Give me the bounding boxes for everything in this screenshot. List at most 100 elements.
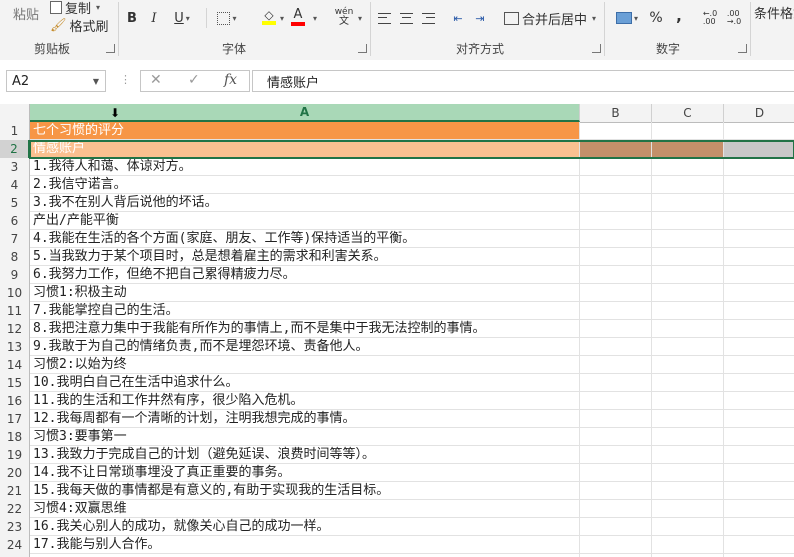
paste-button[interactable]: 粘贴 xyxy=(8,4,44,23)
column-header-d[interactable]: D xyxy=(724,104,794,122)
cell-b[interactable] xyxy=(580,392,652,409)
borders-button[interactable]: ▾ xyxy=(212,8,242,28)
cell-a[interactable]: 习惯4:双赢思维 xyxy=(30,500,580,517)
enter-icon[interactable]: ✓ xyxy=(188,72,200,88)
cell-b[interactable] xyxy=(580,410,652,427)
cell-d[interactable] xyxy=(724,158,794,175)
row-header[interactable]: 6 xyxy=(0,212,30,230)
cancel-icon[interactable]: ✕ xyxy=(150,72,162,88)
row-header[interactable]: 20 xyxy=(0,464,30,482)
underline-button[interactable]: U ▾ xyxy=(168,8,196,28)
cell-c[interactable] xyxy=(652,320,724,337)
cell-a[interactable]: 七个习惯的评分 xyxy=(30,122,580,139)
cell-b[interactable] xyxy=(580,464,652,481)
cell-c[interactable] xyxy=(652,446,724,463)
row-header[interactable]: 11 xyxy=(0,302,30,320)
row-header[interactable]: 23 xyxy=(0,518,30,536)
cell-a[interactable]: 16.我关心别人的成功，就像关心自己的成功一样。 xyxy=(30,518,580,535)
cell-d[interactable] xyxy=(724,356,794,373)
phonetic-button[interactable]: wén 文 xyxy=(330,6,358,28)
cell-d[interactable] xyxy=(724,482,794,499)
row-header[interactable]: 18 xyxy=(0,428,30,446)
merge-center-button[interactable]: 合并后居中 ▾ xyxy=(504,9,596,28)
cell-b[interactable] xyxy=(580,212,652,229)
cell-d[interactable] xyxy=(724,284,794,301)
row-header[interactable]: 4 xyxy=(0,176,30,194)
cell-c[interactable] xyxy=(652,392,724,409)
cell-b[interactable] xyxy=(580,302,652,319)
cell-c[interactable] xyxy=(652,536,724,553)
cell-c[interactable] xyxy=(652,266,724,283)
cell-c[interactable] xyxy=(652,338,724,355)
cell-c[interactable] xyxy=(652,356,724,373)
copy-button[interactable]: 复制 ▾ xyxy=(50,0,100,17)
cell-b[interactable] xyxy=(580,482,652,499)
cell-c[interactable] xyxy=(652,464,724,481)
cell-c[interactable] xyxy=(652,248,724,265)
cell-d[interactable] xyxy=(724,392,794,409)
cell-a[interactable]: 习惯1:积极主动 xyxy=(30,284,580,301)
cell-a[interactable]: 1.我待人和蔼、体谅对方。 xyxy=(30,158,580,175)
cell-b[interactable] xyxy=(580,248,652,265)
cell-b[interactable] xyxy=(580,518,652,535)
cell-d[interactable] xyxy=(724,230,794,247)
cell-a[interactable]: 习惯2:以始为终 xyxy=(30,356,580,373)
cell-c[interactable] xyxy=(652,158,724,175)
cell-b[interactable] xyxy=(580,284,652,301)
cell-d[interactable] xyxy=(724,302,794,319)
more-options-icon[interactable]: ⋮ xyxy=(120,73,131,86)
cell-a[interactable]: 5.当我致力于某个项目时，总是想着雇主的需求和利害关系。 xyxy=(30,248,580,265)
cell-b[interactable] xyxy=(580,374,652,391)
cell-c[interactable] xyxy=(652,176,724,193)
cell-d[interactable] xyxy=(724,428,794,445)
chevron-down-icon[interactable]: ▾ xyxy=(358,14,362,23)
chevron-down-icon[interactable]: ▾ xyxy=(313,14,317,23)
cell-c[interactable] xyxy=(652,212,724,229)
cell-b[interactable] xyxy=(580,230,652,247)
cell-a[interactable]: 2.我信守诺言。 xyxy=(30,176,580,193)
row-header[interactable]: 3 xyxy=(0,158,30,176)
cell-a[interactable]: 习惯3:要事第一 xyxy=(30,428,580,445)
cell-c[interactable] xyxy=(652,140,724,157)
row-header[interactable]: 24 xyxy=(0,536,30,554)
cell-a[interactable]: 14.我不让日常琐事埋没了真正重要的事务。 xyxy=(30,464,580,481)
cell-a[interactable]: 15.我每天做的事情都是有意义的,有助于实现我的生活目标。 xyxy=(30,482,580,499)
row-header[interactable]: 15 xyxy=(0,374,30,392)
row-header[interactable]: 17 xyxy=(0,410,30,428)
cell-c[interactable] xyxy=(652,302,724,319)
align-center-button[interactable] xyxy=(398,10,414,26)
cell-a[interactable]: 17.我能与别人合作。 xyxy=(30,536,580,553)
cell-d[interactable] xyxy=(724,266,794,283)
cell-b[interactable] xyxy=(580,428,652,445)
cell-c[interactable] xyxy=(652,410,724,427)
cell-c[interactable] xyxy=(652,374,724,391)
row-header[interactable]: 21 xyxy=(0,482,30,500)
align-right-button[interactable] xyxy=(420,10,436,26)
chevron-down-icon[interactable]: ▼ xyxy=(93,77,99,86)
select-all-corner[interactable] xyxy=(0,104,30,122)
cell-b[interactable] xyxy=(580,158,652,175)
cell-d[interactable] xyxy=(724,500,794,517)
cell-d[interactable] xyxy=(724,536,794,553)
number-launcher-icon[interactable] xyxy=(738,44,747,53)
cell-c[interactable] xyxy=(652,194,724,211)
cell-a[interactable]: 产出/产能平衡 xyxy=(30,212,580,229)
font-launcher-icon[interactable] xyxy=(358,44,367,53)
cell-b[interactable] xyxy=(580,536,652,553)
row-header[interactable]: 2 xyxy=(0,140,30,158)
cell-d[interactable] xyxy=(724,248,794,265)
insert-function-icon[interactable]: fx xyxy=(224,72,237,88)
cell-c[interactable] xyxy=(652,518,724,535)
cell-b[interactable] xyxy=(580,140,652,157)
name-box[interactable]: A2 ▼ xyxy=(6,70,106,92)
cell-a[interactable]: 情感账户 xyxy=(30,140,580,157)
row-header[interactable]: 14 xyxy=(0,356,30,374)
cell-d[interactable] xyxy=(724,122,794,139)
decrease-decimal-button[interactable]: .00 →.0 xyxy=(724,8,744,28)
row-header[interactable]: 22 xyxy=(0,500,30,518)
cell-d[interactable] xyxy=(724,140,794,157)
cell-b[interactable] xyxy=(580,122,652,139)
cell-b[interactable] xyxy=(580,194,652,211)
cell-d[interactable] xyxy=(724,338,794,355)
italic-button[interactable]: I xyxy=(146,8,162,28)
